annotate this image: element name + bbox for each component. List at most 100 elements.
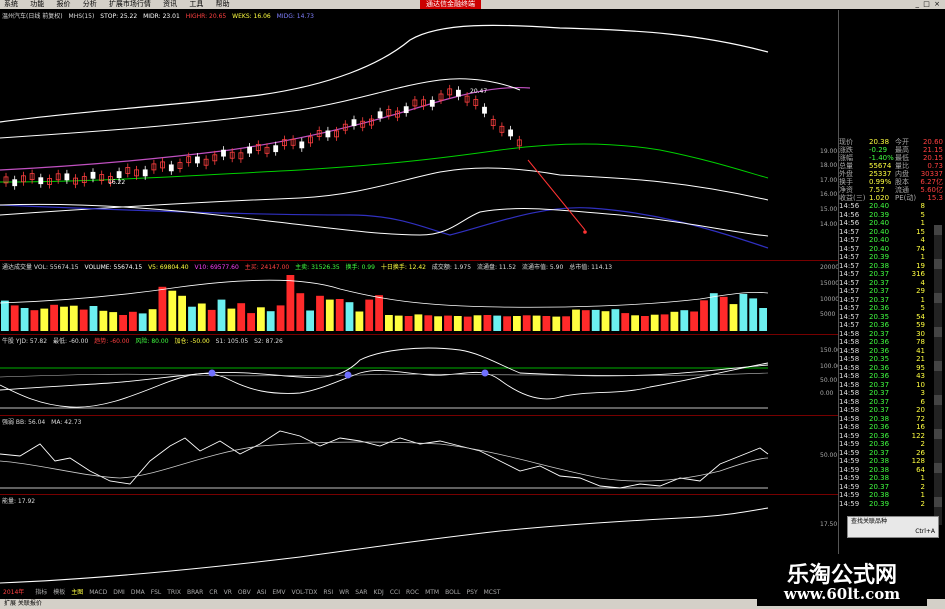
menu-item-function[interactable]: 功能 xyxy=(30,0,44,8)
indicator-pane-bb[interactable]: 强弱 BB: 56.04 MA: 42.73 50.00 xyxy=(0,416,838,495)
scrollbar[interactable] xyxy=(934,225,942,525)
candle-body xyxy=(194,156,200,164)
volume-bar xyxy=(394,315,403,331)
tick-cell: 14:57 xyxy=(839,244,860,253)
tick-cell: 20.36 xyxy=(869,363,890,372)
indicator-tab[interactable]: BOLL xyxy=(445,589,460,596)
indicator-tab[interactable]: TRIX xyxy=(167,589,181,596)
promo-banner[interactable]: 通达信金融终端 xyxy=(420,0,481,9)
quote-cell: 25337 xyxy=(869,170,892,178)
indicator-tab[interactable]: DMA xyxy=(131,589,145,596)
tick-cell: 14:58 xyxy=(839,380,860,389)
indicator-tab[interactable]: VOL-TDX xyxy=(291,589,317,596)
tick-row: 14:58 20.35 21 xyxy=(839,355,945,364)
indicator-tab[interactable]: DMI xyxy=(113,589,125,596)
indicator-tab[interactable]: RSI xyxy=(323,589,333,596)
quote-cell: 流通 xyxy=(895,186,909,194)
indicator-tab[interactable]: CCI xyxy=(390,589,400,596)
main-chart-pane[interactable]: 温州汽车(日线 前复权) MHS(15) STOP: 25.22 MIDR: 2… xyxy=(0,10,838,261)
tick-cell: 14:57 xyxy=(839,236,860,244)
tick-cell: 14:58 xyxy=(839,406,860,414)
tick-cell: 20.37 xyxy=(869,448,890,457)
indicator-tab[interactable]: PSY xyxy=(467,589,478,596)
indicator-pane-energy[interactable]: 能量: 17.92 17.50 xyxy=(0,495,838,587)
tick-cell: 14:57 xyxy=(839,261,860,270)
volume-bar xyxy=(316,295,324,331)
indicator-tab[interactable]: ROC xyxy=(406,589,419,596)
scale-label: 17.50 xyxy=(820,521,838,528)
tick-cell: 14:58 xyxy=(839,389,860,397)
quote-row: 换手 0.99% 股本 6.27亿 xyxy=(839,178,945,186)
scale-label: 16.00 xyxy=(820,191,838,198)
menu-item-quote[interactable]: 报价 xyxy=(56,0,70,8)
main-chart-svg: 20.47 16.22 xyxy=(0,24,769,249)
indicator-tab[interactable]: MACD xyxy=(89,589,107,596)
volume-bar xyxy=(414,314,423,331)
volume-bar xyxy=(188,306,196,331)
green-ma-line xyxy=(0,143,769,183)
context-popup[interactable]: 查找关联品种 Ctrl+A xyxy=(847,516,939,538)
indicator-tab[interactable]: MCST xyxy=(484,589,501,596)
indicator-tab[interactable]: VR xyxy=(224,589,232,596)
close-icon[interactable]: × xyxy=(934,0,940,8)
tick-cell: 64 xyxy=(916,465,925,474)
volume-bar xyxy=(601,311,610,331)
volume-bar xyxy=(503,316,511,331)
volume-bar xyxy=(700,300,708,331)
indicator-pane-yjd[interactable]: 牛股 YJD: 57.82 最低: -60.00 趋势: -60.00 风险: … xyxy=(0,335,841,416)
indicator-tab[interactable]: OBV xyxy=(238,589,251,596)
indicator-tab[interactable]: KDJ xyxy=(373,589,383,596)
popup-item-find-related[interactable]: 查找关联品种 xyxy=(848,517,938,527)
menu-item-info[interactable]: 资讯 xyxy=(163,0,177,8)
menu-item-tools[interactable]: 工具 xyxy=(189,0,203,8)
indicator-tab[interactable]: ASI xyxy=(257,589,267,596)
indicator-tab[interactable]: CR xyxy=(209,589,217,596)
tick-cell: 43 xyxy=(916,372,925,380)
indicator-tab[interactable]: WR xyxy=(339,589,349,596)
tick-list[interactable]: 14:56 20.40 8 14:56 20.39 5 14:56 20.40 1 14:57 20… xyxy=(839,202,945,508)
quote-cell: 最低 xyxy=(895,154,909,162)
tick-row: 14:59 20.38 1 xyxy=(839,491,945,500)
minimize-icon[interactable]: _ xyxy=(916,0,920,8)
bb-svg xyxy=(0,430,769,489)
volume-bar xyxy=(345,302,354,331)
menu-item-extended[interactable]: 扩展市场行情 xyxy=(109,0,151,8)
indicator-tab[interactable]: 主图 xyxy=(71,589,83,596)
indicator-tab[interactable]: 模板 xyxy=(53,589,65,596)
menu-item-help[interactable]: 帮助 xyxy=(216,0,230,8)
quote-cell: 股本 xyxy=(895,178,909,186)
volume-pane[interactable]: 通达成交量 VOL: 55674.15 VOLUME: 55674.15 V5:… xyxy=(0,261,839,335)
tick-cell: 20.38 xyxy=(869,261,890,270)
quote-cell: 最高 xyxy=(895,146,909,154)
indicator-tab[interactable]: MTM xyxy=(425,589,439,596)
tick-cell: 14:56 xyxy=(839,202,860,210)
indicator-tab[interactable]: EMV xyxy=(272,589,285,596)
tick-cell: 14:57 xyxy=(839,321,860,329)
tick-cell: 20.39 xyxy=(869,499,890,508)
tick-row: 14:58 20.36 43 xyxy=(839,372,945,381)
tick-cell: 14:58 xyxy=(839,338,860,346)
annotation-point xyxy=(583,230,587,234)
annotation-arrow xyxy=(527,159,586,231)
tick-cell: 20.37 xyxy=(869,406,890,414)
volume-bar xyxy=(463,316,472,331)
tick-row: 14:58 20.38 72 xyxy=(839,415,945,424)
quote-cell: 外盘 xyxy=(839,170,853,178)
tick-row: 14:58 20.37 20 xyxy=(839,406,945,415)
indicator-tab[interactable]: SAR xyxy=(355,589,367,596)
indicator-tab[interactable]: 指标 xyxy=(35,589,47,596)
menu-item-system[interactable]: 系统 xyxy=(4,0,18,8)
tick-row: 14:59 20.38 64 xyxy=(839,466,945,475)
indicator-tab[interactable]: BRAR xyxy=(187,589,203,596)
tick-row: 14:59 20.36 122 xyxy=(839,432,945,441)
menu-item-analysis[interactable]: 分析 xyxy=(83,0,97,8)
tick-row: 14:59 20.36 2 xyxy=(839,440,945,449)
tick-cell: 72 xyxy=(916,414,925,423)
volume-ma-line xyxy=(0,279,769,308)
indicator-tab[interactable]: FSL xyxy=(151,589,162,596)
maximize-icon[interactable]: □ xyxy=(923,0,930,8)
tick-cell: 20.36 xyxy=(869,346,890,355)
volume-bar xyxy=(129,311,137,331)
volume-bar xyxy=(611,309,620,331)
tick-cell: 20.40 xyxy=(869,244,890,253)
